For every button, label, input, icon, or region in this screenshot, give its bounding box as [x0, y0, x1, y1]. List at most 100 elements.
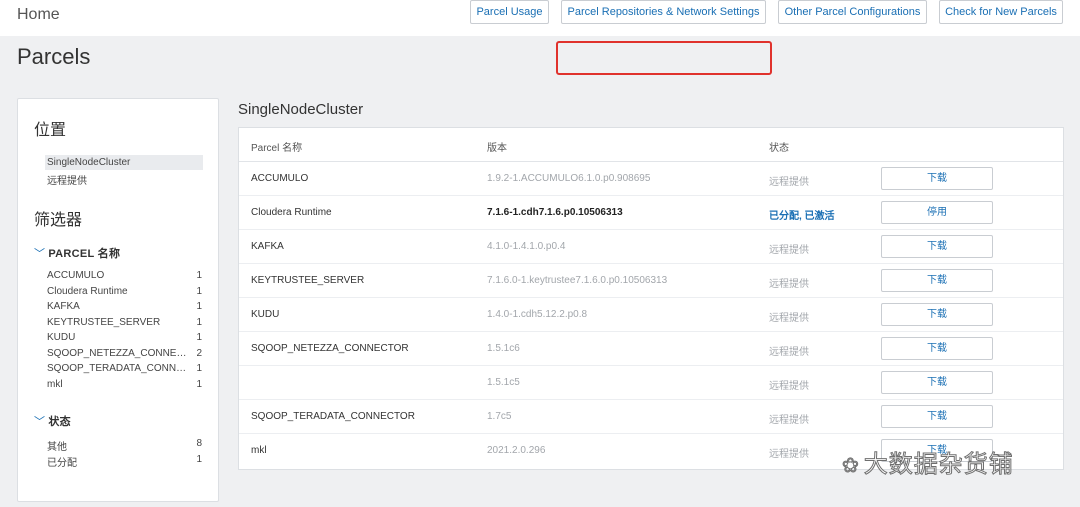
filters-heading: 筛选器 — [34, 212, 83, 229]
chevron-down-icon: ﹀ — [34, 416, 46, 428]
parcel-version: 7.1.6-1.cdh7.1.6.p0.10506313 — [487, 207, 623, 218]
parcel-status: 远程提供 — [769, 313, 809, 324]
filter-item[interactable]: ACCUMULO 1 — [47, 270, 202, 286]
highlight-annotation — [556, 41, 772, 75]
parcel-version: 2021.2.0.296 — [487, 445, 546, 456]
watermark-text: 大数据杂货铺 — [863, 451, 1014, 479]
filter-item-name: KEYTRUSTEE_SERVER — [47, 316, 161, 328]
header-status: 状态 — [769, 143, 789, 154]
filter-item-name: KAFKA — [47, 301, 80, 312]
cluster-title: SingleNodeCluster — [238, 101, 364, 118]
parcel-status[interactable]: 已分配, 已激活 — [769, 207, 835, 222]
table-row: KUDU 1.4.0-1.cdh5.12.2.p0.8 远程提供 下载 — [239, 298, 1063, 332]
parcel-usage-button[interactable]: Parcel Usage — [470, 0, 549, 24]
filter-item[interactable]: Cloudera Runtime 1 — [47, 286, 202, 302]
parcel-version: 1.9.2-1.ACCUMULO6.1.0.p0.908695 — [487, 173, 651, 184]
parcel-version: 1.4.0-1.cdh5.12.2.p0.8 — [487, 309, 588, 320]
parcel-status: 远程提供 — [769, 415, 809, 426]
filter-item[interactable]: 已分配 1 — [47, 454, 202, 470]
other-parcel-config-button[interactable]: Other Parcel Configurations — [778, 0, 927, 24]
filter-item-name: ACCUMULO — [47, 270, 105, 281]
download-button[interactable]: 下载 — [881, 269, 993, 292]
filter-item-name: SQOOP_NETEZZA_CONNECTOR — [47, 347, 192, 359]
parcel-name: ACCUMULO — [251, 173, 309, 184]
table-header: Parcel 名称 版本 状态 — [239, 128, 1063, 162]
parcel-status: 远程提供 — [769, 245, 809, 256]
filter-sidebar: 位置 SingleNodeCluster 远程提供 筛选器 ﹀ PARCEL 名称… — [17, 98, 219, 502]
parcel-name: KUDU — [251, 309, 280, 320]
filter-item-name: 其他 — [47, 442, 67, 453]
filter-item-name: KUDU — [47, 332, 76, 343]
filter-item[interactable]: mkl 1 — [47, 379, 202, 395]
table-row: SQOOP_TERADATA_CONNECTOR 1.7c5 远程提供 下载 — [239, 400, 1063, 434]
parcel-status: 远程提供 — [769, 347, 809, 358]
download-button[interactable]: 下载 — [881, 167, 993, 190]
filter-item[interactable]: KUDU 1 — [47, 332, 202, 348]
parcel-version: 7.1.6.0-1.keytrustee7.1.6.0.p0.10506313 — [487, 275, 668, 286]
parcel-name: KAFKA — [251, 241, 284, 252]
parcel-name-filter-list: ACCUMULO 1 Cloudera Runtime 1 KAFKA 1 KEYTR… — [47, 270, 202, 394]
download-button[interactable]: 下载 — [881, 337, 993, 360]
filter-item-name: mkl — [47, 378, 63, 390]
table-row: KAFKA 4.1.0-1.4.1.0.p0.4 远程提供 下载 — [239, 230, 1063, 264]
parcels-table: Parcel 名称 版本 状态 ACCUMULO 1.9.2-1.ACCUMUL… — [238, 127, 1064, 470]
parcel-status: 远程提供 — [769, 449, 809, 460]
filter-item[interactable]: KAFKA 1 — [47, 301, 202, 317]
filter-item-name: Cloudera Runtime — [47, 285, 128, 297]
parcel-version: 1.7c5 — [487, 411, 512, 422]
filter-item-count: 1 — [196, 378, 202, 390]
status-filter-label: 状态 — [48, 416, 71, 428]
wechat-icon: ❀ — [842, 455, 860, 478]
status-filter-list: 其他 8 已分配 1 — [47, 438, 202, 469]
filter-item-count: 1 — [196, 332, 202, 343]
deactivate-button[interactable]: 停用 — [881, 201, 993, 224]
header-version: 版本 — [487, 143, 507, 154]
page-title: Parcels — [17, 44, 91, 69]
parcel-name-filter-label: PARCEL 名称 — [48, 248, 121, 260]
parcel-repositories-button[interactable]: Parcel Repositories & Network Settings — [561, 0, 766, 24]
filter-item-name: 已分配 — [47, 457, 77, 469]
table-row: KEYTRUSTEE_SERVER 7.1.6.0-1.keytrustee7.… — [239, 264, 1063, 298]
filter-item-name: SQOOP_TERADATA_CONNECT… — [47, 363, 192, 374]
filter-item[interactable]: KEYTRUSTEE_SERVER 1 — [47, 317, 202, 333]
filter-item[interactable]: SQOOP_NETEZZA_CONNECTOR 2 — [47, 348, 202, 364]
location-item-cluster[interactable]: SingleNodeCluster — [47, 157, 130, 168]
table-row: SQOOP_NETEZZA_CONNECTOR 1.5.1c6 远程提供 下载 — [239, 332, 1063, 366]
filter-item-count: 2 — [196, 347, 202, 359]
filter-item[interactable]: SQOOP_TERADATA_CONNECT… 1 — [47, 363, 202, 379]
filter-item-count: 1 — [196, 453, 202, 465]
filter-item[interactable]: 其他 8 — [47, 438, 202, 454]
chevron-down-icon: ﹀ — [34, 248, 46, 260]
parcel-name-filter-toggle[interactable]: ﹀ PARCEL 名称 — [34, 245, 120, 261]
status-filter-toggle[interactable]: ﹀ 状态 — [34, 413, 71, 429]
parcel-name: mkl — [251, 445, 267, 456]
filter-item-count: 1 — [196, 301, 202, 312]
header-parcel-name: Parcel 名称 — [251, 143, 303, 154]
parcel-status: 远程提供 — [769, 177, 809, 188]
watermark: ❀ 大数据杂货铺 — [842, 444, 1014, 479]
table-row: 1.5.1c5 远程提供 下载 — [239, 366, 1063, 400]
parcel-name: KEYTRUSTEE_SERVER — [251, 275, 365, 286]
breadcrumb-home[interactable]: Home — [17, 6, 60, 24]
filter-item-count: 1 — [196, 363, 202, 374]
download-button[interactable]: 下载 — [881, 303, 993, 326]
parcel-status: 远程提供 — [769, 279, 809, 290]
check-new-parcels-button[interactable]: Check for New Parcels — [939, 0, 1063, 24]
parcel-version: 4.1.0-1.4.1.0.p0.4 — [487, 241, 566, 252]
parcel-name: Cloudera Runtime — [251, 207, 332, 218]
filter-item-count: 1 — [196, 270, 202, 281]
parcel-version: 1.5.1c5 — [487, 377, 520, 388]
location-heading: 位置 — [34, 122, 67, 139]
filter-item-count: 1 — [196, 285, 202, 297]
parcel-name: SQOOP_NETEZZA_CONNECTOR — [251, 343, 409, 354]
download-button[interactable]: 下载 — [881, 235, 993, 258]
download-button[interactable]: 下载 — [881, 371, 993, 394]
table-row: ACCUMULO 1.9.2-1.ACCUMULO6.1.0.p0.908695… — [239, 162, 1063, 196]
parcel-status: 远程提供 — [769, 381, 809, 392]
parcel-version: 1.5.1c6 — [487, 343, 520, 354]
table-row: Cloudera Runtime 7.1.6-1.cdh7.1.6.p0.105… — [239, 196, 1063, 230]
filter-item-count: 1 — [196, 316, 202, 328]
location-item-remote[interactable]: 远程提供 — [47, 172, 87, 187]
parcel-name: SQOOP_TERADATA_CONNECTOR — [251, 411, 415, 422]
download-button[interactable]: 下载 — [881, 405, 993, 428]
